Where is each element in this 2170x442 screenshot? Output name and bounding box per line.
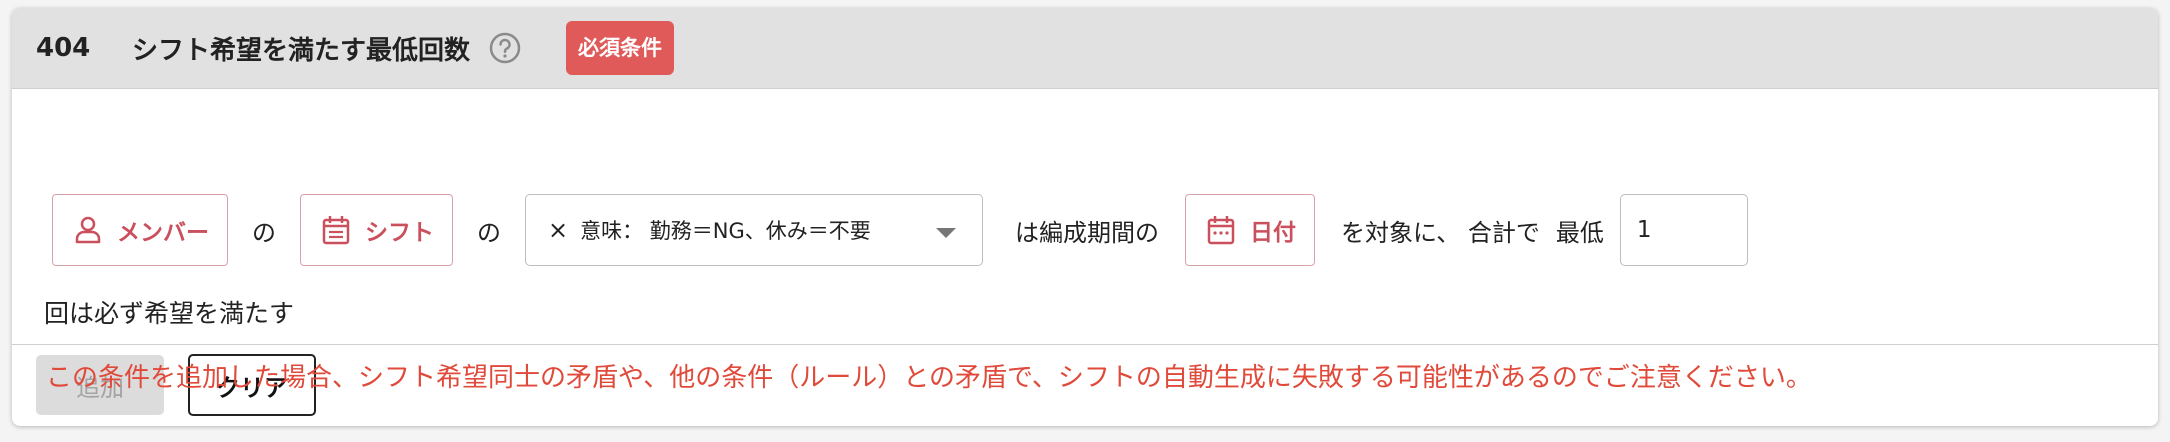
date-chip-label: 日付 <box>1250 220 1296 246</box>
person-icon <box>75 216 101 244</box>
shift-chip-label: シフト <box>365 220 434 246</box>
question-circle-icon[interactable] <box>488 31 522 65</box>
min-text: 最低 <box>1555 218 1604 247</box>
date-chip[interactable]: 日付 <box>1185 194 1315 266</box>
suffix-text: 回は必ず希望を満たす <box>44 299 295 328</box>
calendar-icon <box>1207 216 1235 245</box>
member-chip-label: メンバー <box>117 220 209 246</box>
meaning-select[interactable]: × 意味： 勤務＝NG、休み＝不要 <box>525 194 983 266</box>
remove-icon[interactable]: × <box>548 216 568 244</box>
member-chip[interactable]: メンバー <box>52 194 228 266</box>
warning-message: この条件を追加した場合、シフト希望同士の矛盾や、他の条件（ルール）との矛盾で、シ… <box>46 363 1812 393</box>
target-text: を対象に、 合計で <box>1341 218 1540 247</box>
meaning-select-value: 意味： 勤務＝NG、休み＝不要 <box>580 219 871 243</box>
required-badge: 必須条件 <box>566 21 675 75</box>
min-count-input[interactable] <box>1619 194 1748 266</box>
particle-no-2: の <box>477 218 501 247</box>
rule-id: 404 <box>36 33 91 63</box>
condition-editor: メンバー の シフト の × 意味： 勤務＝NG、休み＝不要 は編成期間の 日付… <box>12 89 2158 393</box>
rule-title: シフト希望を満たす最低回数 <box>132 35 471 66</box>
rule-card: 404 シフト希望を満たす最低回数 必須条件 メンバー の シフト の × 意味… <box>12 8 2158 426</box>
caret-down-icon <box>936 228 956 238</box>
period-text: は編成期間の <box>1015 218 1159 247</box>
condition-sentence: メンバー の シフト の × 意味： 勤務＝NG、休み＝不要 は編成期間の 日付… <box>52 194 2138 266</box>
calendar-list-icon <box>322 216 350 245</box>
particle-no: の <box>252 218 276 247</box>
rule-header: 404 シフト希望を満たす最低回数 必須条件 <box>12 8 2158 89</box>
shift-chip[interactable]: シフト <box>300 194 453 266</box>
